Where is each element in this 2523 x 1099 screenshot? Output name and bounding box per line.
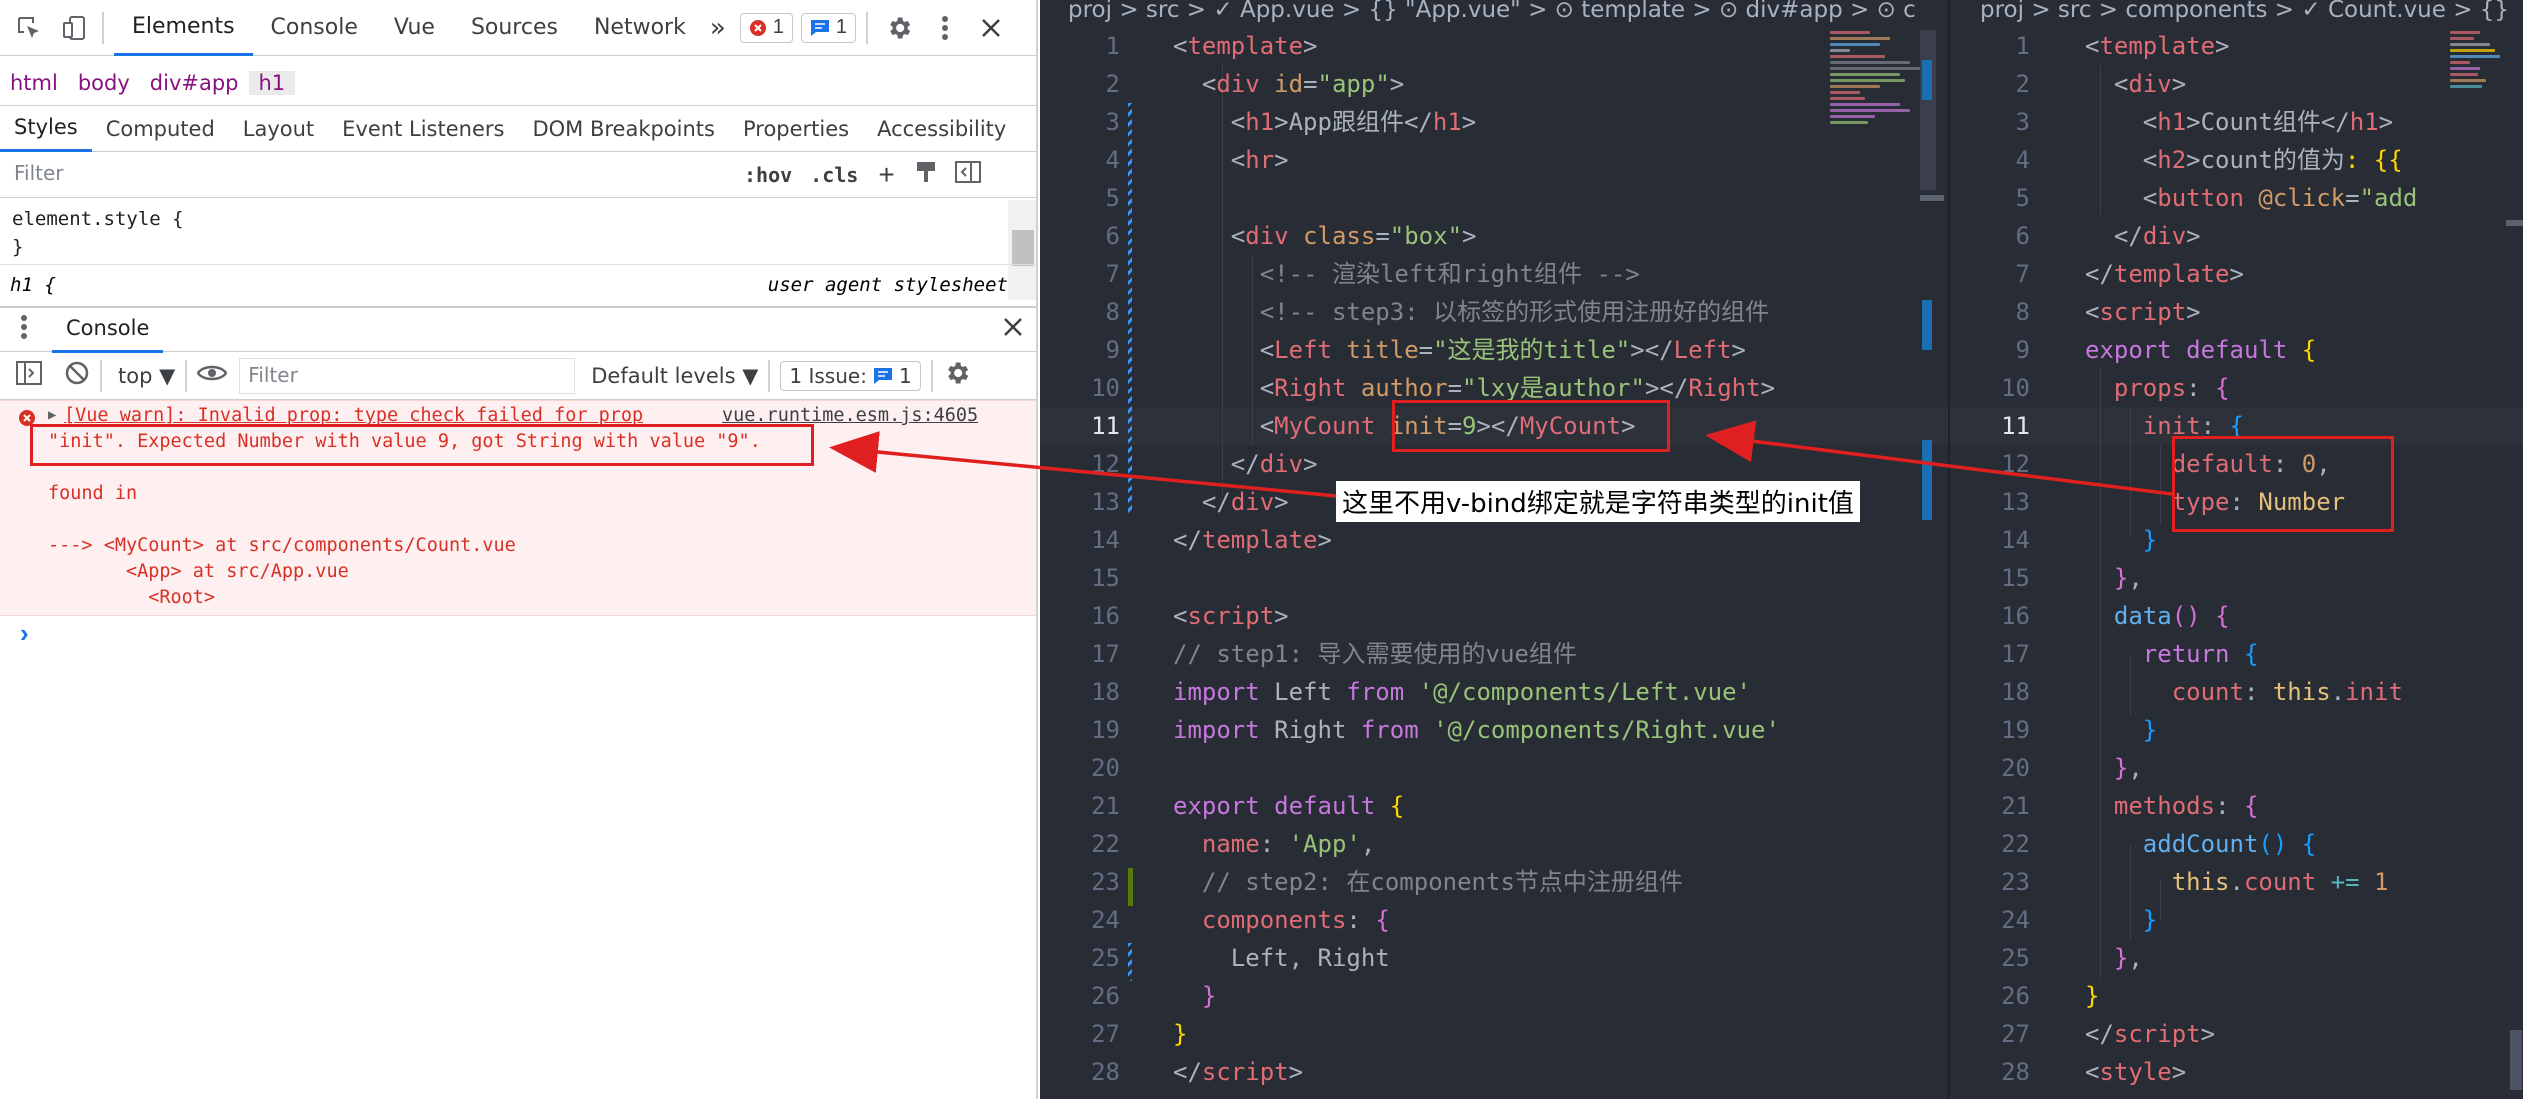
annotation-label: 这里不用v-bind绑定就是字符串类型的init值 bbox=[1336, 481, 1860, 522]
annotation-arrows bbox=[829, 420, 2173, 498]
arrow-to-error bbox=[829, 431, 1337, 498]
